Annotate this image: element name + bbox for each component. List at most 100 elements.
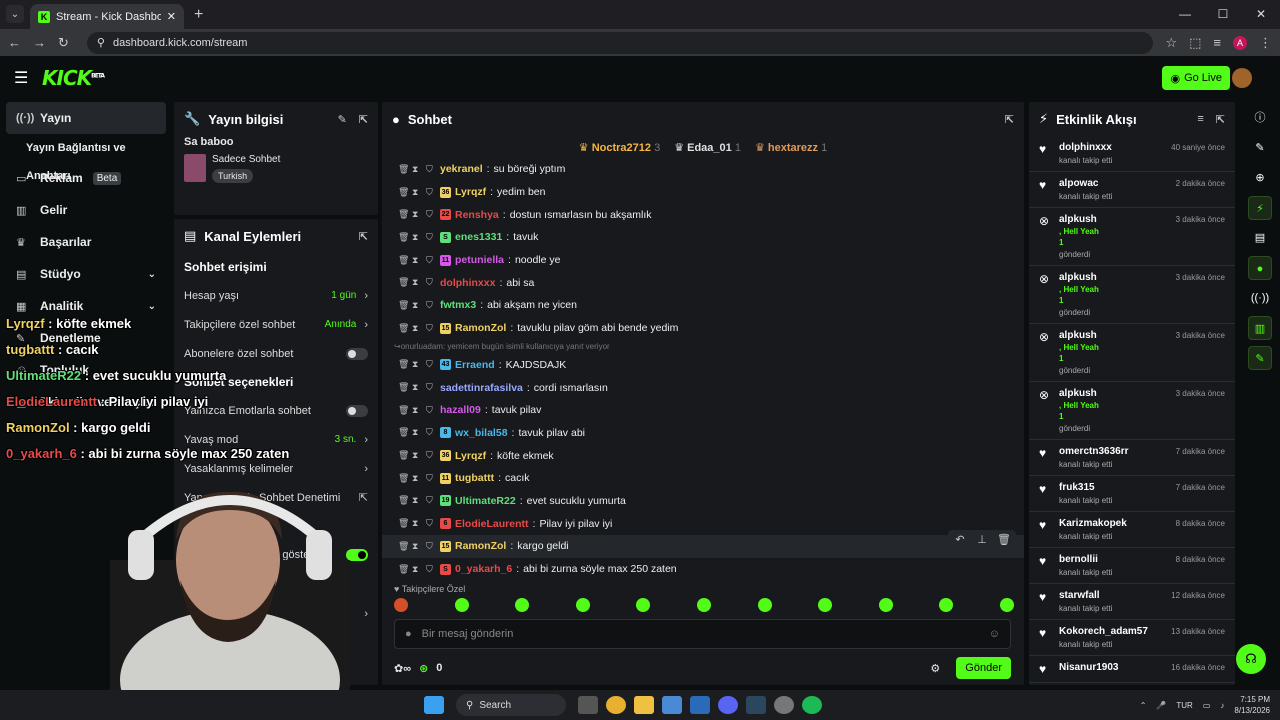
trash-icon[interactable]: 🗑 (398, 427, 409, 438)
shield-icon[interactable]: ⛉ (426, 495, 436, 506)
shield-icon[interactable]: ⛉ (426, 300, 436, 311)
shield-icon[interactable]: ⛉ (426, 564, 436, 575)
chat-username[interactable]: tugbattt (455, 472, 494, 484)
spotify-icon[interactable] (802, 696, 822, 714)
back-icon[interactable]: ← (8, 35, 21, 50)
reading-list-icon[interactable]: ≡ (1213, 35, 1221, 50)
profile-avatar[interactable]: A (1233, 35, 1247, 50)
chat-username[interactable]: 0_yakarh_6 (455, 563, 512, 575)
trash-icon[interactable]: 🗑 (398, 323, 409, 334)
menu-icon[interactable]: ☰ (14, 68, 28, 88)
shield-icon[interactable]: ⛉ (426, 187, 436, 198)
account-age-option[interactable]: Hesap yaşı 1 gün › (174, 281, 378, 310)
hourglass-icon[interactable]: ⧗ (412, 187, 422, 198)
settings-gear-icon[interactable]: ⚙ (930, 662, 940, 675)
subs-only-toggle[interactable] (346, 347, 368, 360)
shield-icon[interactable]: ⛉ (426, 405, 436, 416)
top-chatter[interactable]: ♛ hextarezz 1 (755, 141, 827, 154)
trash-icon[interactable]: 🗑 (398, 300, 409, 311)
trash-icon[interactable]: 🗑 (398, 495, 409, 506)
layout-icon[interactable]: ▥ (1248, 316, 1272, 340)
extensions-icon[interactable]: ⬚ (1189, 35, 1201, 51)
microphone-icon[interactable]: 🎤 (1156, 701, 1166, 710)
volume-icon[interactable]: ♪ (1220, 701, 1224, 710)
mail-icon[interactable] (690, 696, 710, 714)
trash-icon[interactable]: 🗑 (995, 533, 1013, 546)
bolt-icon[interactable]: ⚡ (1248, 196, 1272, 220)
shield-icon[interactable]: ⛉ (426, 359, 436, 370)
hourglass-icon[interactable]: ⧗ (412, 495, 422, 506)
chat-username[interactable]: Lyrqzf (455, 450, 486, 462)
tab-search-button[interactable]: ⌄ (6, 5, 24, 23)
popout-icon[interactable]: ⇱ (359, 113, 368, 126)
chat-username[interactable]: fwtmx3 (440, 299, 476, 311)
top-chatter[interactable]: ♛ Edaa_01 1 (674, 141, 741, 154)
popout-icon[interactable]: ⇱ (1216, 113, 1225, 126)
chat-username[interactable]: dolphinxxx (440, 277, 495, 289)
emote-icon[interactable] (696, 598, 711, 612)
edit-icon[interactable]: ✎ (338, 113, 347, 126)
chat-username[interactable]: hazall09 (440, 404, 481, 416)
hourglass-icon[interactable]: ⧗ (412, 564, 422, 575)
reload-icon[interactable]: ↻ (58, 35, 69, 51)
send-button[interactable]: Gönder (956, 657, 1011, 679)
help-button[interactable]: ☊ (1236, 644, 1266, 674)
document-icon[interactable]: ▤ (1248, 226, 1272, 250)
new-tab-button[interactable]: + (194, 6, 203, 24)
chat-username[interactable]: Lyrqzf (455, 186, 486, 198)
emote-icon[interactable] (999, 598, 1014, 612)
maximize-button[interactable]: ☐ (1204, 0, 1242, 28)
windows-start-icon[interactable] (424, 696, 444, 714)
trash-icon[interactable]: 🗑 (398, 277, 409, 288)
emote-icon[interactable] (454, 598, 469, 612)
shield-icon[interactable]: ⛉ (426, 541, 436, 552)
bookmark-star-icon[interactable]: ☆ (1165, 35, 1177, 51)
emote-icon[interactable] (939, 598, 954, 612)
tray-chevron-icon[interactable]: ⌃ (1140, 701, 1147, 710)
chat-username[interactable]: petuniella (455, 254, 504, 266)
category-name[interactable]: Sadece Sohbet (212, 154, 280, 165)
store-icon[interactable] (662, 696, 682, 714)
user-avatar[interactable] (1232, 68, 1252, 88)
minimize-button[interactable]: — (1166, 0, 1204, 28)
info-icon[interactable]: ⓘ (1248, 106, 1272, 130)
popout-icon[interactable]: ⇱ (1005, 113, 1014, 126)
discord-icon[interactable] (718, 696, 738, 714)
sidebar-item-achievements[interactable]: ♛ Başarılar (0, 226, 172, 258)
chrome-icon[interactable] (606, 696, 626, 714)
pencil-icon[interactable]: ✎ (1248, 136, 1272, 160)
filter-icon[interactable]: ≡ (1197, 113, 1203, 126)
emote-icon[interactable] (878, 598, 893, 612)
trash-icon[interactable]: 🗑 (398, 359, 409, 370)
chat-input[interactable]: ● Bir mesaj gönderin ☺ (394, 619, 1011, 649)
hourglass-icon[interactable]: ⧗ (412, 232, 422, 243)
points-icon[interactable]: ✿∞ (394, 662, 411, 675)
emote-icon[interactable] (818, 598, 833, 612)
shield-icon[interactable]: ⛉ (426, 427, 436, 438)
close-window-button[interactable]: ✕ (1242, 0, 1280, 28)
language-indicator[interactable]: TUR (1176, 701, 1192, 710)
shield-icon[interactable]: ⛉ (426, 323, 436, 334)
forward-icon[interactable]: → (33, 35, 46, 50)
hourglass-icon[interactable]: ⧗ (412, 427, 422, 438)
shield-icon[interactable]: ⛉ (426, 382, 436, 393)
network-icon[interactable]: ▭ (1203, 701, 1211, 710)
shield-icon[interactable]: ⛉ (426, 232, 436, 243)
browser-menu-icon[interactable]: ⋮ (1259, 35, 1272, 51)
trash-icon[interactable]: 🗑 (398, 541, 409, 552)
trash-icon[interactable]: 🗑 (398, 564, 409, 575)
chat-username[interactable]: yekranel (440, 163, 483, 175)
file-explorer-icon[interactable] (634, 696, 654, 714)
hourglass-icon[interactable]: ⧗ (412, 541, 422, 552)
hourglass-icon[interactable]: ⧗ (412, 450, 422, 461)
chat-username[interactable]: RamonZol (455, 540, 506, 552)
trash-icon[interactable]: 🗑 (398, 232, 409, 243)
chat-username[interactable]: ElodieLaurentt (455, 518, 529, 530)
wrench-icon[interactable]: ✎ (1248, 346, 1272, 370)
chat-icon[interactable]: ● (1248, 256, 1272, 280)
emote-only-toggle[interactable] (346, 404, 368, 417)
chat-username[interactable]: wx_bilal58 (455, 427, 508, 439)
chat-username[interactable]: RamonZol (455, 322, 506, 334)
hourglass-icon[interactable]: ⧗ (412, 405, 422, 416)
chat-username[interactable]: Erraend (455, 359, 495, 371)
